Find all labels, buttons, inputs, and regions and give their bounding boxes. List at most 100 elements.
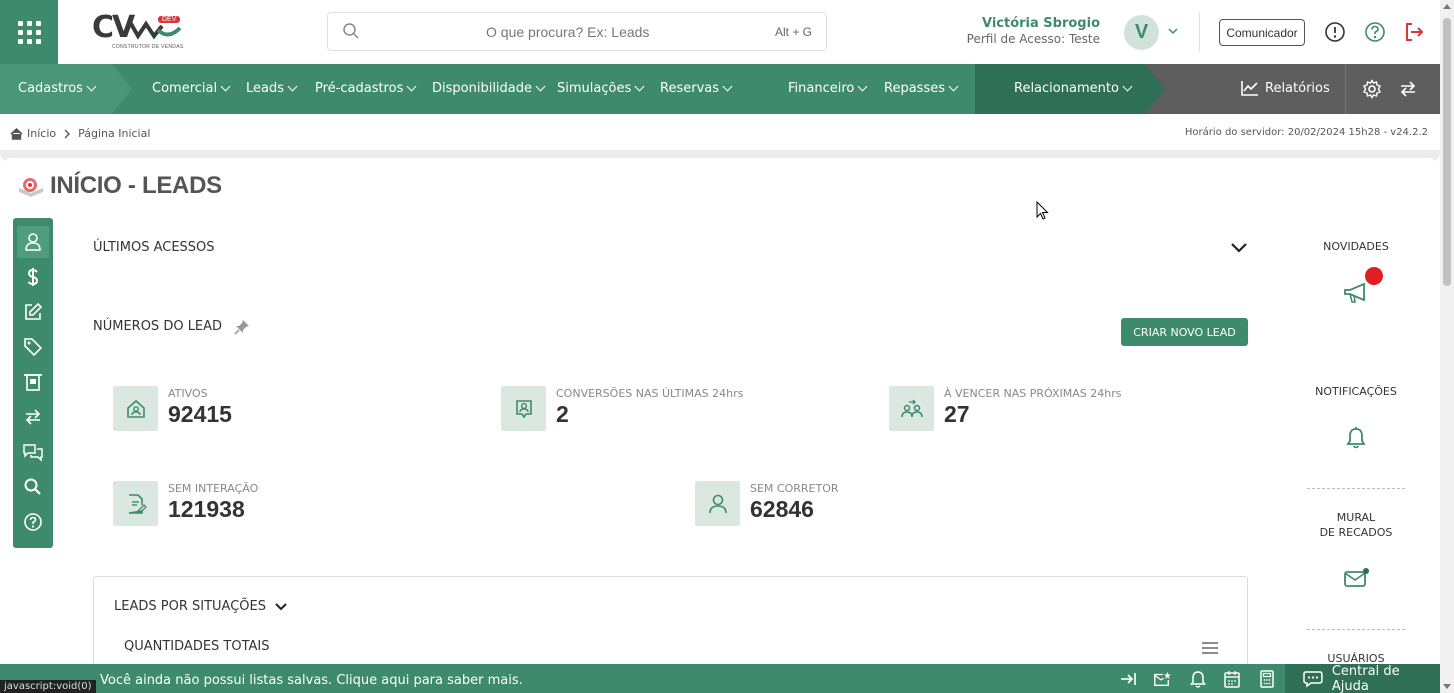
chevron-down-icon[interactable] (1230, 242, 1248, 254)
nav-item-leads[interactable]: Leads (246, 81, 298, 96)
nav-item-pre-cadastros[interactable]: Pré-cadastros (315, 81, 417, 96)
chart-line-icon (1241, 81, 1258, 96)
chevron-down-icon (86, 81, 97, 92)
stat-expiring[interactable]: À VENCER NAS PRÓXIMAS 24hrs 27 (889, 386, 1249, 432)
home-icon (10, 127, 23, 140)
side-tool-edit[interactable] (17, 296, 49, 328)
stat-label: CONVERSÕES NAS ÚLTIMAS 24hrs (556, 387, 744, 400)
avatar[interactable]: V (1124, 15, 1159, 50)
document-icon (24, 374, 42, 391)
nav-item-repasses[interactable]: Repasses (884, 81, 959, 96)
swap-icon[interactable] (1398, 79, 1418, 99)
nav-item-financeiro[interactable]: Financeiro (788, 81, 868, 96)
side-tool-chat[interactable] (17, 436, 49, 468)
help-icon (24, 513, 42, 531)
stat-no-broker[interactable]: SEM CORRETOR 62846 (695, 481, 1055, 527)
divider (0, 158, 1440, 170)
side-toolbar (13, 218, 53, 548)
notification-badge (1365, 267, 1383, 285)
communicator-button[interactable]: Comunicador (1219, 19, 1305, 46)
chevron-down-icon (287, 81, 298, 92)
scroll-up-icon[interactable] (1443, 4, 1451, 9)
last-access-title[interactable]: ÚLTIMOS ACESSOS (93, 240, 215, 255)
breadcrumb: Início Página Inicial (10, 127, 150, 140)
side-tool-transfer[interactable] (17, 401, 49, 433)
side-tool-money[interactable] (17, 261, 49, 293)
saved-lists-message[interactable]: Você ainda não possui listas salvas. Cli… (100, 673, 523, 688)
nav-item-reports[interactable]: Relatórios (1240, 79, 1330, 97)
bottom-bar: Você ainda não possui listas salvas. Cli… (0, 664, 1440, 693)
chevron-down-icon[interactable] (1167, 26, 1179, 36)
collapse-right-icon[interactable] (1119, 670, 1137, 688)
logo-badge: DEV (158, 16, 181, 23)
mouse-cursor-icon (1036, 201, 1049, 220)
nav-item-relacionamento[interactable]: Relacionamento (1014, 81, 1133, 96)
nav-item-cadastros[interactable]: Cadastros (18, 81, 97, 96)
user-badge-icon (501, 386, 546, 431)
side-tool-document[interactable] (17, 366, 49, 398)
leads-by-status-toggle[interactable]: LEADS POR SITUAÇÕES (114, 599, 288, 614)
search-shortcut: Alt + G (774, 25, 812, 39)
logout-icon[interactable] (1403, 21, 1425, 43)
logo[interactable]: CV DEV CONSTRUTOR DE VENDAS (92, 10, 188, 54)
stat-label: À VENCER NAS PRÓXIMAS 24hrs (944, 387, 1122, 400)
status-url-tooltip: javascript:void(0) (0, 680, 96, 693)
help-center-button[interactable]: Central de Ajuda (1285, 664, 1440, 693)
bell-icon[interactable] (1189, 670, 1207, 688)
nav-item-comercial[interactable]: Comercial (152, 81, 231, 96)
calculator-icon[interactable] (1258, 670, 1276, 688)
nav-item-simulacoes[interactable]: Simulações (557, 81, 645, 96)
info-icon[interactable] (1324, 21, 1346, 43)
document-edit-icon (113, 481, 158, 526)
chevron-down-icon (722, 81, 733, 92)
chevron-down-icon (857, 81, 868, 92)
chevron-down-icon (634, 81, 645, 92)
edit-icon (25, 302, 43, 320)
mail-icon[interactable] (1343, 567, 1371, 589)
search-placeholder: O que procura? Ex: Leads (486, 24, 650, 40)
help-icon[interactable] (1364, 21, 1386, 43)
create-lead-button[interactable]: CRIAR NOVO LEAD (1121, 318, 1248, 346)
side-tool-search[interactable] (17, 471, 49, 503)
scrollbar[interactable] (1440, 0, 1454, 693)
logo-subtitle: CONSTRUTOR DE VENDAS (112, 44, 184, 50)
stat-value: 121938 (168, 496, 245, 522)
divider (1307, 629, 1405, 630)
chevron-down-icon (535, 81, 546, 92)
nav-item-disponibilidade[interactable]: Disponibilidade (432, 81, 546, 96)
top-header: CV DEV CONSTRUTOR DE VENDAS O que procur… (0, 0, 1440, 64)
side-tool-person[interactable] (17, 226, 49, 258)
gear-icon[interactable] (1362, 79, 1382, 99)
person-icon (695, 481, 740, 526)
user-name[interactable]: Victória Sbrogio (982, 16, 1100, 31)
page-title: INÍCIO - LEADS (50, 172, 222, 199)
chat-bubble-icon (1303, 670, 1323, 687)
tag-icon (24, 338, 43, 357)
search-icon (24, 478, 41, 495)
side-tool-help[interactable] (17, 506, 49, 538)
megaphone-icon[interactable] (1342, 280, 1372, 306)
stat-label: SEM CORRETOR (750, 482, 839, 495)
apps-menu-button[interactable] (0, 0, 58, 64)
swap-icon (25, 409, 41, 425)
stat-no-interaction[interactable]: SEM INTERAÇÃO 121938 (113, 481, 473, 527)
scroll-thumb[interactable] (1443, 18, 1451, 286)
breadcrumb-home[interactable]: Início (27, 127, 56, 140)
bell-icon[interactable] (1345, 426, 1367, 450)
scroll-down-icon[interactable] (1443, 684, 1451, 689)
pin-icon[interactable] (234, 319, 250, 335)
stat-active[interactable]: ATIVOS 92415 (113, 386, 473, 432)
stat-conversions[interactable]: CONVERSÕES NAS ÚLTIMAS 24hrs 2 (501, 386, 861, 432)
nav-item-reservas[interactable]: Reservas (660, 81, 733, 96)
menu-icon[interactable] (1201, 641, 1219, 655)
stat-label: SEM INTERAÇÃO (168, 482, 259, 495)
side-tool-tag[interactable] (17, 331, 49, 363)
search-icon (343, 23, 359, 39)
news-title: NOVIDADES (1323, 240, 1389, 253)
grid-icon (17, 20, 41, 44)
search-input[interactable]: O que procura? Ex: Leads Alt + G (327, 12, 827, 51)
calendar-icon[interactable] (1223, 670, 1241, 688)
mail-star-icon[interactable] (1153, 670, 1171, 688)
divider (1199, 12, 1200, 52)
breadcrumb-current: Página Inicial (78, 127, 151, 140)
